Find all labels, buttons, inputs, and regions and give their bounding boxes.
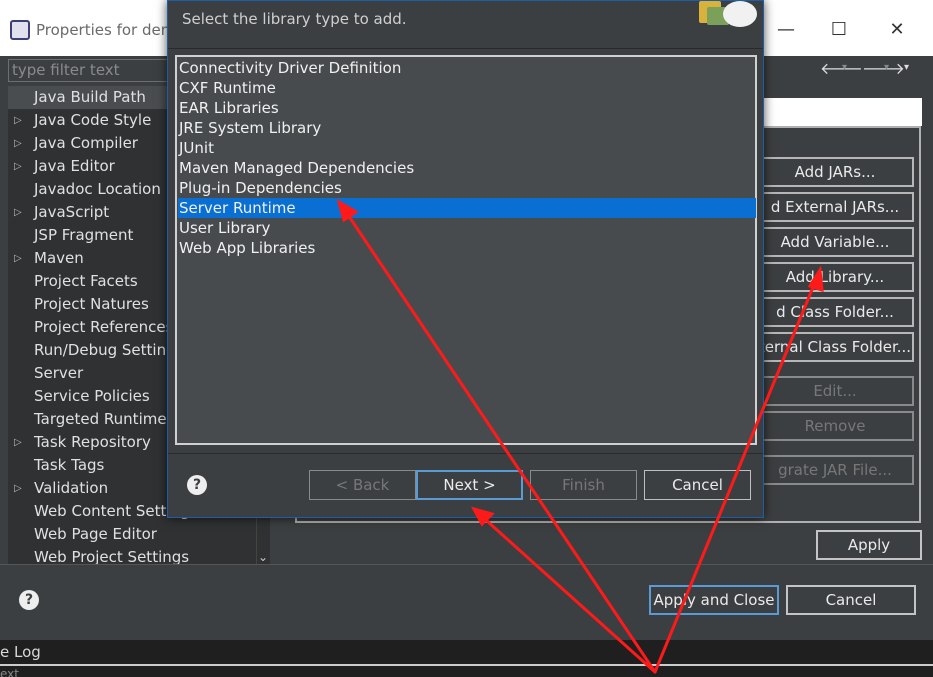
- dialog-cancel-button[interactable]: Cancel: [644, 470, 751, 500]
- tree-item-label: Validation: [34, 479, 109, 497]
- library-type-item[interactable]: Web App Libraries: [178, 238, 756, 258]
- apply-and-close-button[interactable]: Apply and Close: [649, 585, 779, 615]
- dialog-header: Select the library type to add.: [168, 1, 763, 49]
- apply-button[interactable]: Apply: [816, 530, 922, 560]
- next-button[interactable]: Next >: [416, 470, 523, 500]
- add-external-jars-button[interactable]: d External JARs...: [756, 192, 914, 222]
- add-library-button[interactable]: Add Library...: [756, 262, 914, 292]
- close-button[interactable]: ✕: [877, 15, 917, 45]
- library-type-item[interactable]: User Library: [178, 218, 756, 238]
- minimize-button[interactable]: —: [766, 15, 806, 45]
- add-library-dialog: Select the library type to add. Connecti…: [167, 0, 764, 518]
- remove-button[interactable]: Remove: [756, 411, 914, 441]
- dialog-message: Select the library type to add.: [182, 10, 407, 28]
- add-variable-button[interactable]: Add Variable...: [756, 227, 914, 257]
- library-type-item[interactable]: Server Runtime: [178, 198, 756, 218]
- migrate-jar-file-button[interactable]: grate JAR File...: [756, 455, 914, 485]
- dialog-footer: ? < Back Next > Finish Cancel: [168, 453, 763, 517]
- maximize-button[interactable]: ☐: [819, 15, 859, 45]
- properties-footer: ? Apply and Close Cancel: [0, 564, 933, 640]
- tree-item-label: Java Editor: [34, 157, 115, 175]
- library-type-item[interactable]: JUnit: [178, 138, 756, 158]
- history-nav: 🡐 ▾ 🡒 ▾ ▾: [820, 58, 920, 80]
- tree-item-label: Task Repository: [34, 433, 151, 451]
- tree-item[interactable]: Web Page Editor: [8, 523, 256, 546]
- menu-chevron-icon[interactable]: ▾: [904, 62, 909, 73]
- tree-item-label: JSP Fragment: [34, 226, 134, 244]
- tree-item-label: Project Facets: [34, 272, 138, 290]
- console-text: ext: [0, 667, 19, 677]
- divider: [0, 664, 933, 666]
- window-title: Properties for dem: [36, 21, 176, 39]
- filter-input[interactable]: type filter text: [8, 59, 178, 82]
- expand-triangle-icon[interactable]: ▷: [14, 201, 22, 224]
- expand-triangle-icon[interactable]: ▷: [14, 431, 22, 454]
- library-type-list: Connectivity Driver Definition CXF Runtim…: [175, 55, 757, 445]
- add-class-folder-button[interactable]: d Class Folder...: [756, 297, 914, 327]
- eclipse-app-icon: [10, 20, 30, 40]
- library-type-item[interactable]: Connectivity Driver Definition: [178, 58, 756, 78]
- add-external-class-folder-button[interactable]: ternal Class Folder...: [756, 332, 914, 362]
- help-icon[interactable]: ?: [19, 590, 39, 610]
- tree-item-label: Task Tags: [34, 456, 105, 474]
- tree-item-label: Targeted Runtimes: [34, 410, 175, 428]
- expand-triangle-icon[interactable]: ▷: [14, 132, 22, 155]
- library-type-item[interactable]: EAR Libraries: [178, 98, 756, 118]
- tree-item-label: Run/Debug Settings: [34, 341, 184, 359]
- library-type-item[interactable]: JRE System Library: [178, 118, 756, 138]
- error-log-tab[interactable]: e Log: [0, 643, 41, 661]
- library-wizard-icon: [693, 1, 759, 29]
- cancel-button[interactable]: Cancel: [786, 585, 916, 615]
- console-strip: e Log ext: [0, 640, 933, 677]
- tree-item-label: Project Natures: [34, 295, 149, 313]
- tree-item-label: Java Compiler: [34, 134, 138, 152]
- library-type-item[interactable]: Maven Managed Dependencies: [178, 158, 756, 178]
- expand-triangle-icon[interactable]: ▷: [14, 109, 22, 132]
- expand-triangle-icon[interactable]: ▷: [14, 155, 22, 178]
- scroll-down-icon[interactable]: ⌄: [258, 550, 268, 564]
- back-button[interactable]: < Back: [309, 470, 416, 500]
- tree-item-label: JavaScript: [34, 203, 110, 221]
- expand-triangle-icon[interactable]: ▷: [14, 477, 22, 500]
- tree-item[interactable]: Web Project Settings: [8, 546, 256, 566]
- tree-item-label: Web Page Editor: [34, 525, 157, 543]
- add-jars-button[interactable]: Add JARs...: [756, 157, 914, 187]
- tree-item-label: Java Build Path: [34, 88, 146, 106]
- page-header-strip: [762, 98, 922, 126]
- library-type-item[interactable]: Plug-in Dependencies: [178, 178, 756, 198]
- edit-button[interactable]: Edit...: [756, 376, 914, 406]
- finish-button[interactable]: Finish: [530, 470, 637, 500]
- tree-item-label: Project References: [34, 318, 174, 336]
- chevron-down-icon[interactable]: ▾: [884, 62, 889, 73]
- chevron-down-icon[interactable]: ▾: [842, 62, 847, 73]
- library-type-item[interactable]: CXF Runtime: [178, 78, 756, 98]
- tree-item-label: Server: [34, 364, 84, 382]
- tree-item-label: Service Policies: [34, 387, 150, 405]
- tree-item-label: Java Code Style: [34, 111, 152, 129]
- help-icon[interactable]: ?: [187, 475, 207, 495]
- expand-triangle-icon[interactable]: ▷: [14, 247, 22, 270]
- tree-item-label: Web Project Settings: [34, 548, 190, 566]
- screen: Properties for dem — ☐ ✕ type filter tex…: [0, 0, 933, 677]
- tree-item-label: Maven: [34, 249, 84, 267]
- tree-item-label: Javadoc Location: [34, 180, 161, 198]
